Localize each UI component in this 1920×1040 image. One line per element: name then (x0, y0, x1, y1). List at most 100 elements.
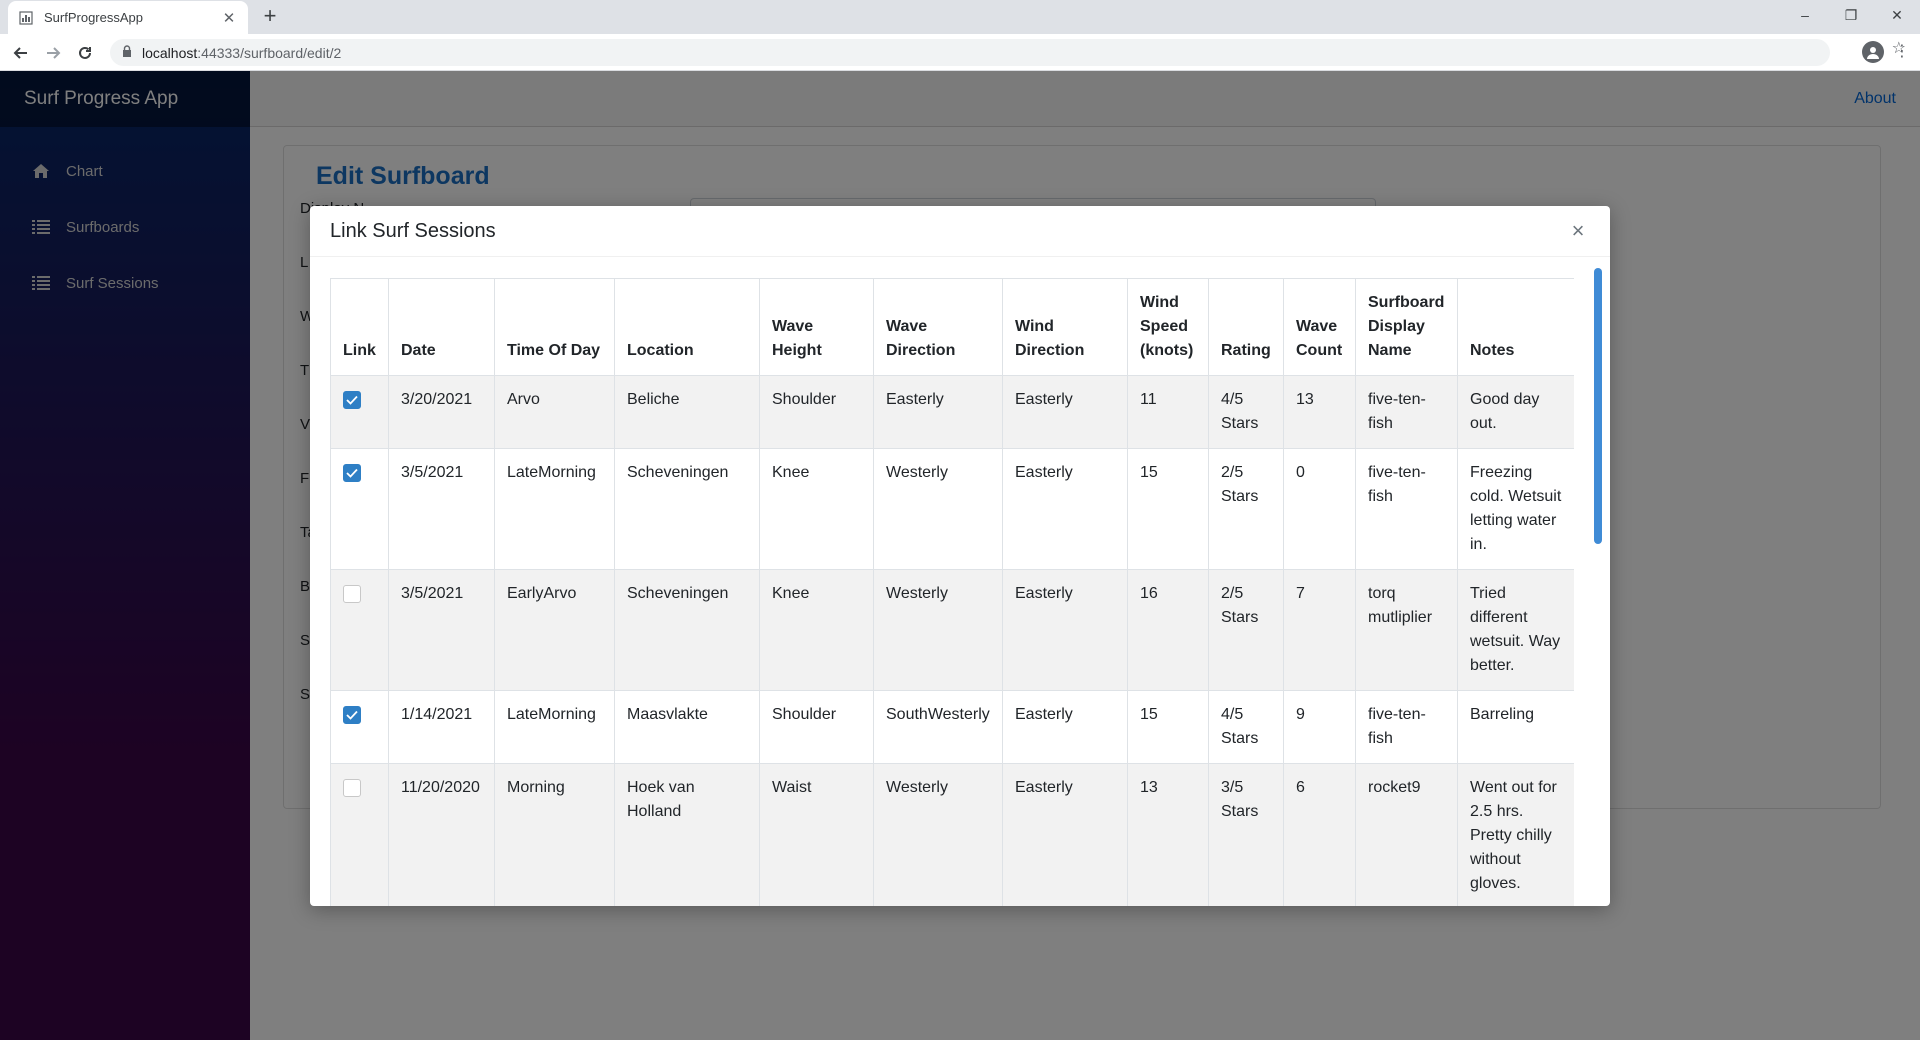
forward-icon[interactable] (40, 40, 66, 66)
cell-surfboard: five-ten-fish (1355, 448, 1458, 570)
sessions-table: Link Date Time Of Day Location Wave Heig… (330, 278, 1574, 906)
cell-wave-direction: Westerly (873, 448, 1003, 570)
cell-time: Arvo (494, 375, 615, 449)
cell-surfboard: five-ten-fish (1355, 375, 1458, 449)
window-controls: – ❐ ✕ (1782, 0, 1920, 30)
cell-rating: 2/5 Stars (1208, 569, 1284, 691)
scrollbar-thumb[interactable] (1594, 268, 1602, 544)
cell-wave-count: 0 (1283, 448, 1356, 570)
column-header: Link (330, 278, 389, 376)
link-checkbox[interactable] (343, 585, 361, 603)
modal-title: Link Surf Sessions (330, 219, 496, 242)
cell-date: 11/20/2020 (388, 763, 495, 906)
table-row: 3/5/2021 LateMorning Scheveningen Knee Weste… (330, 448, 1574, 570)
cell-wind-direction: Easterly (1002, 448, 1128, 570)
cell-location: Scheveningen (614, 569, 760, 691)
column-header: Time Of Day (494, 278, 615, 376)
table-row: 11/20/2020 Morning Hoek van Holland Waist We… (330, 763, 1574, 906)
cell-wave-height: Shoulder (759, 690, 874, 764)
cell-wind-direction: Easterly (1002, 569, 1128, 691)
link-cell (330, 763, 389, 906)
reload-icon[interactable] (72, 40, 98, 66)
cell-wave-height: Knee (759, 569, 874, 691)
cell-notes: Good day out. (1457, 375, 1574, 449)
cell-rating: 4/5 Stars (1208, 375, 1284, 449)
check-icon (346, 395, 358, 405)
cell-location: Maasvlakte (614, 690, 760, 764)
cell-surfboard: five-ten-fish (1355, 690, 1458, 764)
cell-surfboard: torq mutliplier (1355, 569, 1458, 691)
column-header: Wave Count (1283, 278, 1356, 376)
cell-surfboard: rocket9 (1355, 763, 1458, 906)
cell-rating: 3/5 Stars (1208, 763, 1284, 906)
cell-location: Beliche (614, 375, 760, 449)
link-cell (330, 569, 389, 691)
tab-title: SurfProgressApp (44, 10, 143, 25)
cell-wave-count: 13 (1283, 375, 1356, 449)
cell-notes: Barreling (1457, 690, 1574, 764)
cell-wave-direction: Easterly (873, 375, 1003, 449)
cell-wind-speed: 15 (1127, 690, 1209, 764)
close-icon[interactable]: × (1566, 218, 1590, 244)
browser-tab[interactable]: SurfProgressApp ✕ (8, 1, 248, 34)
check-icon (346, 468, 358, 478)
cell-wave-height: Knee (759, 448, 874, 570)
cell-wind-speed: 11 (1127, 375, 1209, 449)
cell-wave-count: 9 (1283, 690, 1356, 764)
column-header: Surfboard Display Name (1355, 278, 1458, 376)
url-field[interactable]: localhost:44333/surfboard/edit/2 (110, 39, 1830, 66)
cell-wind-speed: 15 (1127, 448, 1209, 570)
close-tab-icon[interactable]: ✕ (220, 9, 238, 27)
column-header: Wave Direction (873, 278, 1003, 376)
cell-date: 3/5/2021 (388, 569, 495, 691)
cell-wave-height: Waist (759, 763, 874, 906)
link-checkbox[interactable] (343, 391, 361, 409)
link-surf-sessions-modal: Link Surf Sessions × Link Date Time Of D… (310, 206, 1610, 906)
cell-wave-direction: SouthWesterly (873, 690, 1003, 764)
cell-wind-direction: Easterly (1002, 690, 1128, 764)
cell-wave-count: 7 (1283, 569, 1356, 691)
cell-wave-height: Shoulder (759, 375, 874, 449)
column-header: Wind Direction (1002, 278, 1128, 376)
table-header-row: Link Date Time Of Day Location Wave Heig… (330, 278, 1574, 376)
cell-wind-speed: 13 (1127, 763, 1209, 906)
cell-wind-speed: 16 (1127, 569, 1209, 691)
cell-notes: Went out for 2.5 hrs. Pretty chilly with… (1457, 763, 1574, 906)
column-header: Wave Height (759, 278, 874, 376)
cell-location: Scheveningen (614, 448, 760, 570)
minimize-icon[interactable]: – (1782, 0, 1828, 30)
column-header: Wind Speed (knots) (1127, 278, 1209, 376)
link-checkbox[interactable] (343, 779, 361, 797)
cell-time: LateMorning (494, 448, 615, 570)
url-text: localhost:44333/surfboard/edit/2 (142, 44, 342, 61)
table-row: 3/20/2021 Arvo Beliche Shoulder Easterly East… (330, 375, 1574, 449)
browser-menu-icon[interactable]: ⋮ (1894, 41, 1910, 63)
cell-wave-direction: Westerly (873, 763, 1003, 906)
table-row: 3/5/2021 EarlyArvo Scheveningen Knee Westerl… (330, 569, 1574, 691)
cell-notes: Freezing cold. Wetsuit letting water in. (1457, 448, 1574, 570)
browser-tab-bar: SurfProgressApp ✕ + – ❐ ✕ (0, 0, 1920, 34)
modal-body: Link Date Time Of Day Location Wave Heig… (330, 278, 1574, 906)
back-icon[interactable] (8, 40, 34, 66)
link-checkbox[interactable] (343, 464, 361, 482)
cell-date: 3/5/2021 (388, 448, 495, 570)
table-row: 1/14/2021 LateMorning Maasvlakte Shoulder So… (330, 690, 1574, 764)
column-header: Date (388, 278, 495, 376)
cell-time: LateMorning (494, 690, 615, 764)
cell-date: 1/14/2021 (388, 690, 495, 764)
address-bar: localhost:44333/surfboard/edit/2 ☆ ⋮ (0, 34, 1920, 71)
profile-avatar-icon[interactable] (1862, 41, 1884, 63)
cell-wave-count: 6 (1283, 763, 1356, 906)
restore-icon[interactable]: ❐ (1828, 0, 1874, 30)
new-tab-icon[interactable]: + (258, 4, 282, 28)
link-cell (330, 448, 389, 570)
cell-wave-direction: Westerly (873, 569, 1003, 691)
page-icon (18, 10, 34, 26)
modal-scrollbar[interactable] (1594, 262, 1602, 906)
link-cell (330, 690, 389, 764)
table-body: 3/20/2021 Arvo Beliche Shoulder Easterly East… (330, 375, 1574, 906)
close-window-icon[interactable]: ✕ (1874, 0, 1920, 30)
cell-wind-direction: Easterly (1002, 763, 1128, 906)
column-header: Rating (1208, 278, 1284, 376)
link-checkbox[interactable] (343, 706, 361, 724)
